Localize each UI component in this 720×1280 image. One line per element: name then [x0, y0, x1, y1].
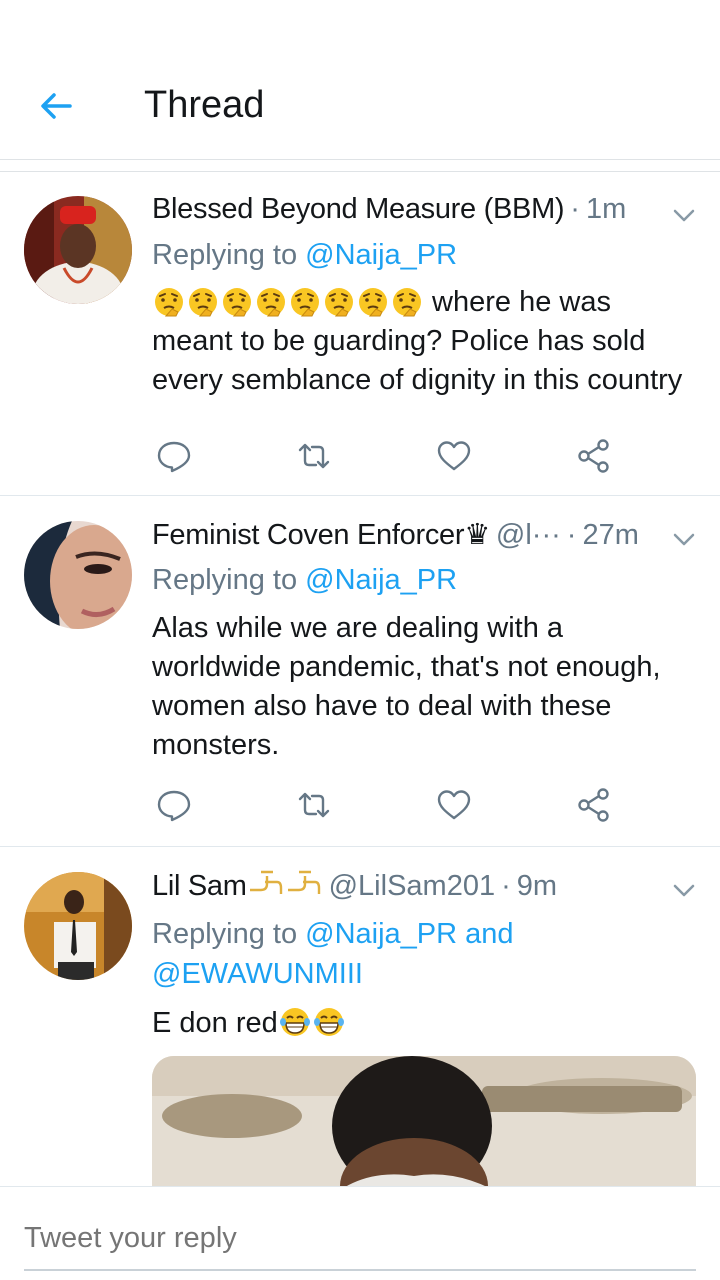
tweet-text: Alas while we are dealing with a worldwi… [152, 609, 696, 765]
tweet-text: where he was meant to be guarding? Polic… [152, 283, 696, 400]
grinning-tears-emoji-icon [313, 1008, 344, 1036]
thinking-face-emoji-icon [223, 288, 251, 317]
like-button[interactable] [436, 438, 472, 474]
mention-link[interactable]: @Naija_PR [305, 564, 457, 596]
reply-context: Replying to @Naija_PR [152, 560, 696, 600]
back-button[interactable] [30, 80, 82, 132]
avatar[interactable] [24, 196, 132, 304]
tweet-actions [156, 438, 616, 478]
share-button[interactable] [576, 438, 612, 474]
author-name[interactable]: Lil Sam [152, 868, 323, 903]
tweet-item[interactable]: Lil Sam @LilSam201 · 9m Replying to @Nai… [0, 848, 720, 1216]
tweet-text-line: worldwide pandemic, that's not enough, [152, 651, 661, 683]
chevron-down-icon[interactable] [670, 876, 698, 904]
plug-emoji-icon [249, 870, 320, 894]
tweet-text-line: women also have to deal with these [152, 690, 612, 722]
reply-icon [157, 790, 191, 822]
tweet-header: Lil Sam @LilSam201 · 9m [152, 868, 696, 908]
separator-dot: · [570, 193, 580, 225]
retweet-icon [298, 443, 330, 469]
thinking-face-emoji-icon [189, 288, 217, 317]
divider [0, 160, 720, 172]
heart-icon [437, 790, 471, 820]
avatar[interactable] [24, 521, 132, 629]
retweet-icon [298, 792, 330, 818]
thinking-face-emoji-icon [325, 288, 353, 317]
timestamp[interactable]: 9m [517, 870, 557, 903]
reply-prefix: Replying to [152, 918, 298, 950]
heart-icon [437, 441, 471, 471]
reply-icon [157, 441, 191, 473]
author-name[interactable]: Feminist Coven Enforcer♛ [152, 517, 490, 552]
grin-emoji-row [278, 1007, 346, 1039]
separator-dot: · [501, 870, 511, 902]
like-button[interactable] [436, 787, 472, 823]
reply-button[interactable] [156, 787, 192, 823]
tweet-text-line: Alas while we are dealing with a [152, 612, 564, 644]
reply-context: Replying to @Naija_PR [152, 235, 696, 275]
tweet-text-line: meant to be guarding? Police has sold [152, 325, 646, 357]
author-handle[interactable]: @l··· [496, 519, 561, 552]
tweet-header: Feminist Coven Enforcer♛ @l··· · 27m [152, 517, 696, 557]
timestamp[interactable]: 27m [582, 519, 638, 552]
tweet-item[interactable]: Blessed Beyond Measure (BBM) · 1m Replyi… [0, 173, 720, 496]
mention-link[interactable]: @EWAWUNMIII [152, 954, 696, 994]
page-title: Thread [144, 84, 265, 126]
crown-icon: ♛ [464, 519, 490, 551]
thinking-face-emoji-icon [291, 288, 319, 317]
retweet-button[interactable] [296, 438, 332, 474]
retweet-button[interactable] [296, 787, 332, 823]
avatar[interactable] [24, 872, 132, 980]
timestamp[interactable]: 1m [586, 193, 626, 226]
chevron-down-icon[interactable] [670, 525, 698, 553]
back-arrow-icon [41, 93, 72, 119]
tweet-actions [156, 787, 616, 827]
reply-button[interactable] [156, 438, 192, 474]
tweet-text-line: E don red [152, 1007, 278, 1039]
tweet-text-line: every semblance of dignity in this count… [152, 364, 683, 396]
chevron-down-icon[interactable] [670, 201, 698, 229]
input-underline [24, 1269, 696, 1271]
top-bar: Thread [0, 0, 720, 160]
mention-link[interactable]: @Naija_PR and [305, 918, 513, 950]
tweet-header: Blessed Beyond Measure (BBM) · 1m [152, 193, 696, 233]
share-icon [578, 439, 609, 473]
author-name[interactable]: Blessed Beyond Measure (BBM) [152, 193, 565, 226]
separator-dot: · [566, 519, 577, 551]
share-icon [578, 788, 609, 822]
emoji-row [152, 286, 424, 318]
reply-context: Replying to @Naija_PR and @EWAWUNMIII [152, 914, 696, 994]
mention-link[interactable]: @Naija_PR [305, 239, 457, 271]
thinking-face-emoji-icon [359, 288, 387, 317]
thinking-face-emoji-icon [155, 288, 183, 317]
reply-prefix: Replying to [152, 564, 298, 596]
reply-input[interactable] [24, 1217, 696, 1259]
share-button[interactable] [576, 787, 612, 823]
tweet-text-line: monsters. [152, 729, 280, 761]
tweet-text: E don red [152, 1004, 696, 1043]
tweet-item[interactable]: Feminist Coven Enforcer♛ @l··· · 27m Rep… [0, 497, 720, 847]
reply-prefix: Replying to [152, 239, 298, 271]
reply-composer [0, 1186, 720, 1280]
grinning-tears-emoji-icon [279, 1008, 310, 1036]
thinking-face-emoji-icon [393, 288, 421, 317]
thinking-face-emoji-icon [257, 288, 285, 317]
tweet-text-line: where he was [424, 286, 611, 318]
author-handle[interactable]: @LilSam201 [329, 870, 495, 903]
